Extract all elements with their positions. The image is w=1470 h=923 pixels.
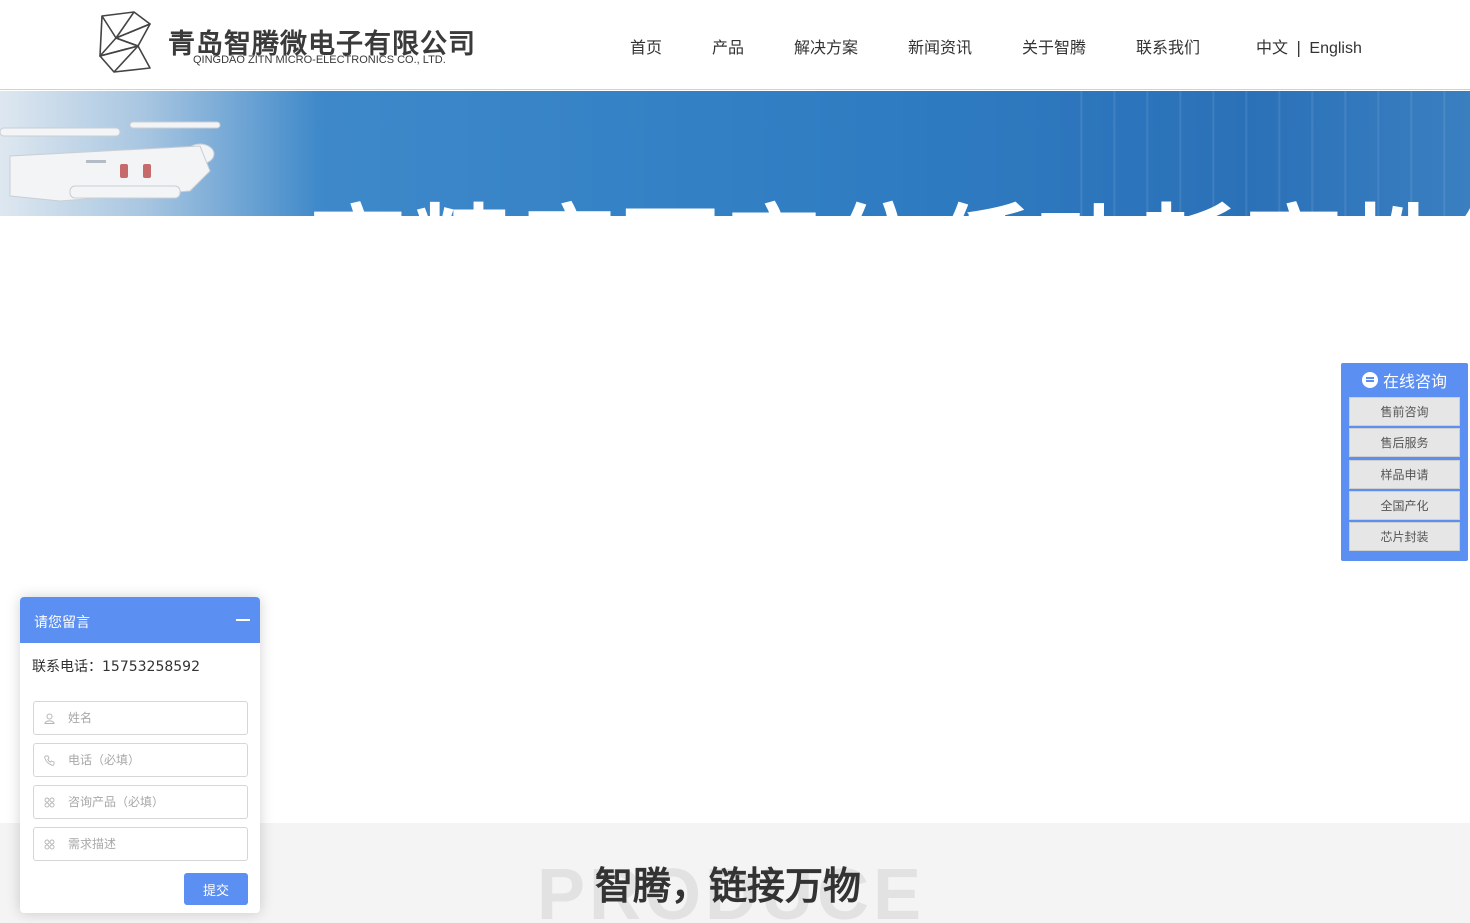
site-header: 青岛智腾微电子有限公司 QINGDAO ZITN MICRO-ELECTRONI… xyxy=(0,0,1470,90)
phone-icon xyxy=(44,755,55,766)
minimize-icon[interactable] xyxy=(236,619,250,621)
nav-item-solutions[interactable]: 解决方案 xyxy=(794,34,858,58)
nav-item-news[interactable]: 新闻资讯 xyxy=(908,34,972,58)
lang-chinese-link[interactable]: 中文 xyxy=(1256,38,1288,57)
consult-item-sample[interactable]: 样品申请 xyxy=(1349,459,1460,489)
section-title: 智腾，链接万物 xyxy=(595,864,862,908)
leave-message-panel: 请您留言 联系电话：15753258592 提交 xyxy=(20,597,260,913)
name-input[interactable] xyxy=(68,708,238,728)
nav-item-home[interactable]: 首页 xyxy=(630,34,662,58)
banner-headline: 高精度可定位低功耗高性能 xyxy=(310,203,1470,216)
nav-item-contact[interactable]: 联系我们 xyxy=(1136,34,1200,58)
logo-company-name-en: QINGDAO ZITN MICRO-ELECTRONICS CO., LTD. xyxy=(193,54,446,66)
consult-header[interactable]: 在线咨询 xyxy=(1341,367,1468,393)
hero-banner[interactable]: 高精度可定位低功耗高性能 xyxy=(0,91,1470,216)
drone-image xyxy=(0,121,221,202)
message-panel-header: 请您留言 xyxy=(20,597,260,643)
description-input[interactable] xyxy=(68,834,238,854)
phone-input[interactable] xyxy=(68,750,238,770)
grid-icon xyxy=(44,797,55,808)
grid-icon xyxy=(44,839,55,850)
user-icon xyxy=(44,713,55,724)
online-consult-widget: 在线咨询 售前咨询 售后服务 样品申请 全国产化 芯片封装 xyxy=(1341,363,1468,561)
consult-title: 在线咨询 xyxy=(1382,372,1447,391)
consult-item-aftersale[interactable]: 售后服务 xyxy=(1349,428,1460,458)
contact-phone: 联系电话：15753258592 xyxy=(32,659,200,675)
logo-mark-icon xyxy=(99,11,151,73)
consult-item-packaging[interactable]: 芯片封装 xyxy=(1349,522,1460,552)
consult-item-presale[interactable]: 售前咨询 xyxy=(1349,397,1460,426)
product-field[interactable] xyxy=(33,785,248,819)
nav-item-products[interactable]: 产品 xyxy=(712,34,744,58)
submit-button[interactable]: 提交 xyxy=(184,873,248,905)
message-panel-title: 请您留言 xyxy=(34,615,90,631)
chat-icon xyxy=(1361,372,1378,388)
nav-item-about[interactable]: 关于智腾 xyxy=(1022,34,1086,58)
consult-list: 售前咨询 售后服务 样品申请 全国产化 芯片封装 xyxy=(1349,397,1460,553)
lang-english-link[interactable]: English xyxy=(1309,40,1361,57)
product-input[interactable] xyxy=(68,792,238,812)
company-logo[interactable]: 青岛智腾微电子有限公司 QINGDAO ZITN MICRO-ELECTRONI… xyxy=(94,10,475,78)
description-field[interactable] xyxy=(33,827,248,861)
name-field[interactable] xyxy=(33,701,248,735)
consult-item-domestic[interactable]: 全国产化 xyxy=(1349,490,1460,520)
phone-field[interactable] xyxy=(33,743,248,777)
lang-separator: | xyxy=(1296,38,1302,57)
language-switcher: 中文 | English xyxy=(1256,34,1362,58)
